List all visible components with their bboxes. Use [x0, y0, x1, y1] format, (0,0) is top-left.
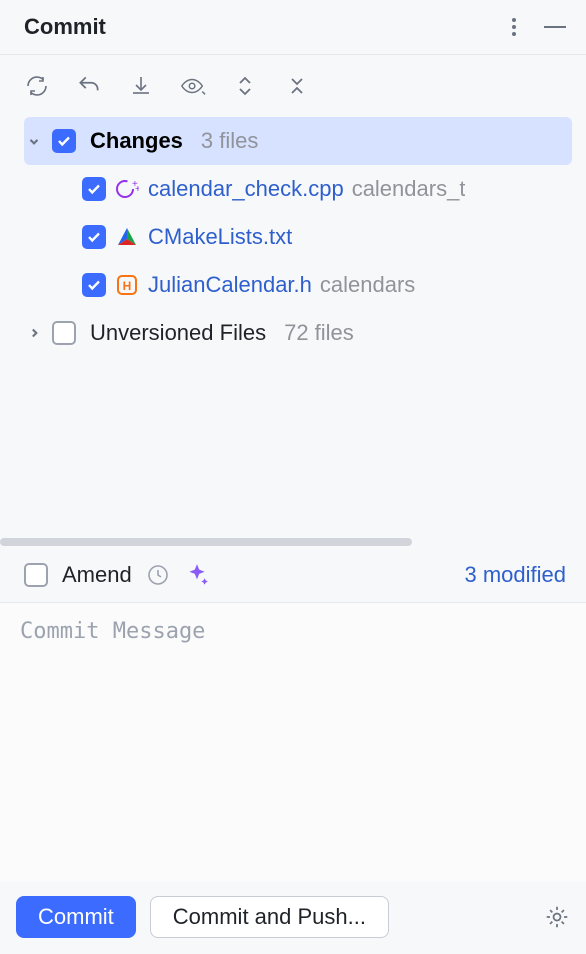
changes-label: Changes [84, 128, 183, 154]
file-row[interactable]: H JulianCalendar.h calendars [24, 261, 572, 309]
shelve-icon[interactable] [128, 73, 154, 99]
header-file-icon: H [114, 272, 140, 298]
changes-checkbox[interactable] [52, 129, 76, 153]
expand-collapse-icon[interactable] [232, 73, 258, 99]
commit-button[interactable]: Commit [16, 896, 136, 938]
file-name: JulianCalendar.h [148, 272, 312, 298]
more-options-icon[interactable] [512, 18, 516, 36]
unversioned-checkbox[interactable] [52, 321, 76, 345]
file-row[interactable]: ++ calendar_check.cpp calendars_t [24, 165, 572, 213]
commit-message-area [0, 602, 586, 882]
file-name: calendar_check.cpp [148, 176, 344, 202]
amend-checkbox[interactable] [24, 563, 48, 587]
unversioned-label: Unversioned Files [84, 320, 266, 346]
minimize-icon[interactable] [544, 26, 566, 28]
file-checkbox[interactable] [82, 225, 106, 249]
svg-text:+: + [135, 184, 139, 195]
commit-and-push-button[interactable]: Commit and Push... [150, 896, 389, 938]
panel-title: Commit [24, 14, 512, 40]
amend-label: Amend [62, 562, 132, 588]
ai-suggest-icon[interactable] [184, 562, 210, 588]
commit-panel-header: Commit [0, 0, 586, 55]
file-name: CMakeLists.txt [148, 224, 292, 250]
changes-toolbar [0, 55, 586, 117]
file-checkbox[interactable] [82, 273, 106, 297]
amend-bar: Amend 3 modified [0, 546, 586, 602]
cpp-file-icon: ++ [114, 176, 140, 202]
history-icon[interactable] [146, 563, 170, 587]
unversioned-count: 72 files [274, 320, 354, 346]
commit-footer: Commit Commit and Push... [0, 882, 586, 954]
file-checkbox[interactable] [82, 177, 106, 201]
unversioned-group-row[interactable]: Unversioned Files 72 files [24, 309, 572, 357]
cmake-file-icon [114, 224, 140, 250]
changes-count: 3 files [191, 128, 258, 154]
file-path: calendars_t [352, 176, 466, 202]
chevron-right-icon[interactable] [24, 326, 44, 340]
changes-tree: Changes 3 files ++ calendar_check.cpp ca… [0, 117, 586, 538]
file-path: calendars [320, 272, 415, 298]
refresh-icon[interactable] [24, 73, 50, 99]
preview-diff-icon[interactable] [180, 73, 206, 99]
chevron-down-icon[interactable] [24, 134, 44, 148]
commit-message-input[interactable] [20, 619, 566, 866]
rollback-icon[interactable] [76, 73, 102, 99]
changes-group-row[interactable]: Changes 3 files [24, 117, 572, 165]
gear-icon[interactable] [544, 904, 570, 930]
svg-text:H: H [123, 279, 132, 293]
horizontal-scrollbar[interactable] [0, 538, 412, 546]
group-by-icon[interactable] [284, 73, 310, 99]
file-row[interactable]: CMakeLists.txt [24, 213, 572, 261]
modified-count-link[interactable]: 3 modified [464, 562, 566, 588]
